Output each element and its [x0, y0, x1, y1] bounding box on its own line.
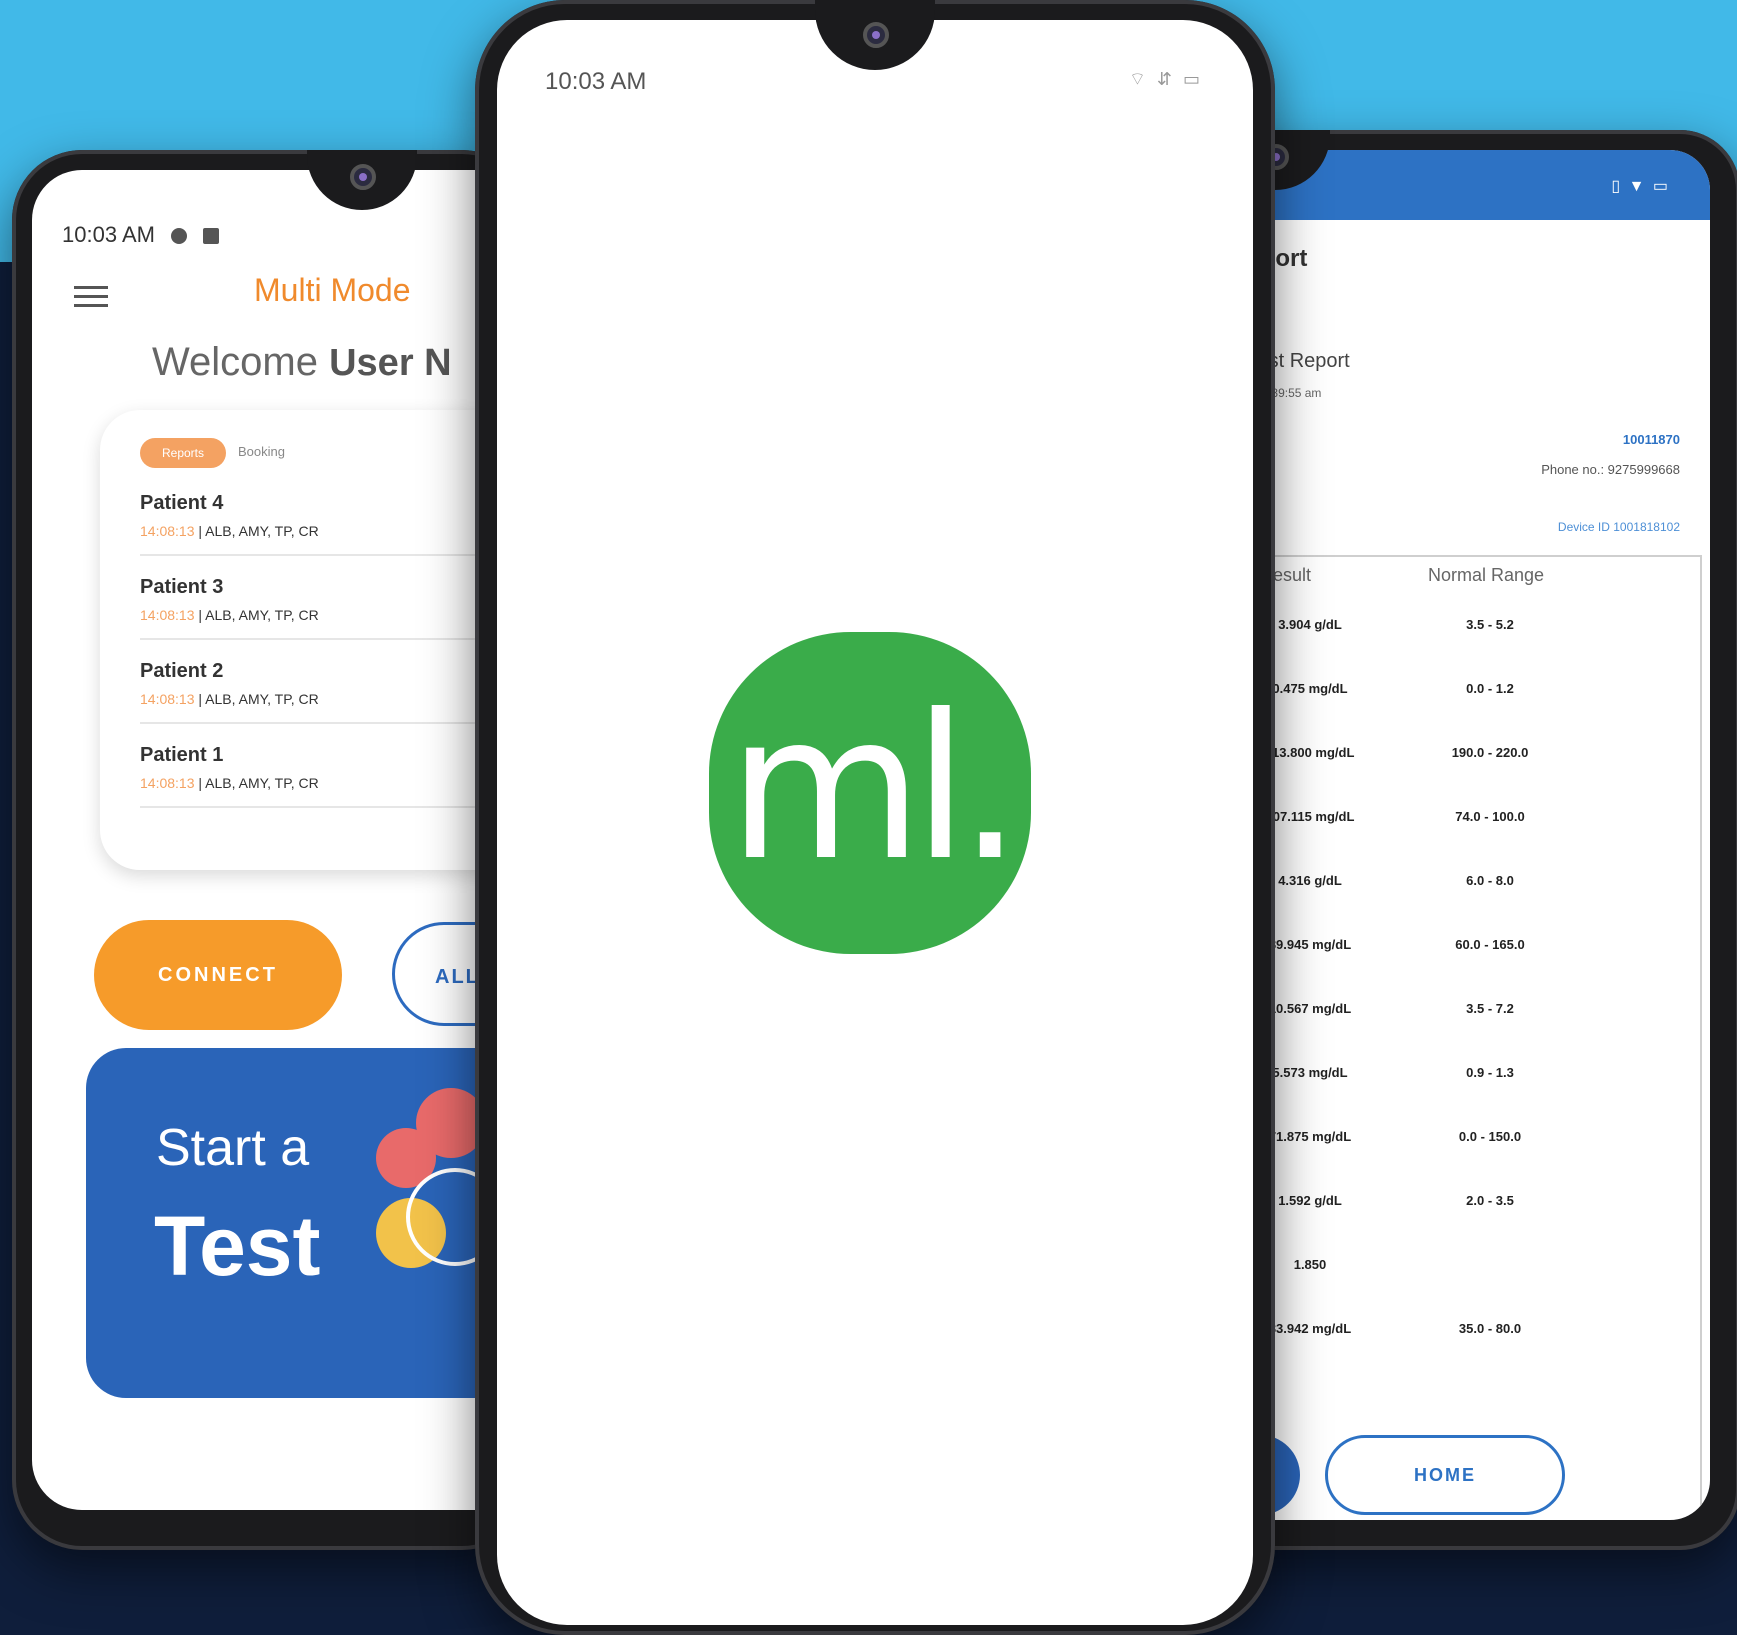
- status-time: 10:03 AM: [545, 68, 647, 95]
- patient-detail: 14:08:13 | ALB, AMY, TP, CR: [140, 523, 532, 539]
- device-link[interactable]: Device ID 1001818102: [1558, 520, 1680, 534]
- list-item[interactable]: Patient 4 14:08:13 | ALB, AMY, TP, CR: [140, 492, 532, 556]
- status-icons: ⌔ ⇵ ▭: [1128, 69, 1203, 89]
- patient-time: 14:08:13: [140, 607, 195, 623]
- range-cell: 0.9 - 1.3: [1466, 1065, 1514, 1080]
- tab-reports[interactable]: Reports: [140, 438, 226, 468]
- patient-time: 14:08:13: [140, 775, 195, 791]
- welcome-prefix: Welcome: [152, 340, 318, 384]
- banner-line-2: Test: [154, 1199, 321, 1293]
- patient-phone: Phone no.: 9275999668: [1541, 462, 1680, 477]
- tab-booking[interactable]: Booking: [238, 444, 285, 459]
- patient-detail: 14:08:13 | ALB, AMY, TP, CR: [140, 691, 532, 707]
- center-phone: 10:03 AM ⌔ ⇵ ▭ ml.: [475, 0, 1275, 1635]
- range-cell: 35.0 - 80.0: [1458, 1321, 1522, 1336]
- patient-time: 14:08:13: [140, 523, 195, 539]
- range-cell: 2.0 - 3.5: [1466, 1193, 1514, 1208]
- range-cell: 0.0 - 1.2: [1466, 681, 1514, 696]
- left-phone: 10:03 AM Multi Mode Welcome User N Repor…: [12, 150, 532, 1550]
- connect-button[interactable]: CONNECT: [94, 920, 342, 1030]
- logo-text: ml.: [728, 672, 1022, 905]
- patient-id: 10011870: [1622, 432, 1680, 447]
- range-cell: 74.0 - 100.0: [1455, 809, 1525, 824]
- status-time: 10:03 AM: [62, 222, 155, 247]
- menu-icon[interactable]: [74, 280, 108, 313]
- patient-name: Patient 1: [140, 744, 224, 766]
- camera: [863, 22, 889, 48]
- range-cell: 3.5 - 7.2: [1466, 1001, 1514, 1016]
- home-button[interactable]: HOME: [1325, 1435, 1565, 1515]
- patient-name: Patient 4: [140, 492, 224, 514]
- status-icon: [171, 228, 188, 245]
- status-icon: [203, 228, 220, 245]
- patient-time: 14:08:13: [140, 691, 195, 707]
- column-header-range: Normal Range: [1428, 565, 1545, 585]
- patient-tests: | ALB, AMY, TP, CR: [198, 775, 319, 791]
- app-title: Multi Mode: [254, 272, 411, 308]
- patient-tests: | ALB, AMY, TP, CR: [198, 523, 319, 539]
- status-icons: ▯ ▼ ▭: [1611, 178, 1670, 195]
- welcome-user: User N: [329, 342, 452, 384]
- welcome-text: Welcome User N: [152, 340, 452, 385]
- list-item[interactable]: Patient 2 14:08:13 | ALB, AMY, TP, CR: [140, 660, 532, 724]
- patient-detail: 14:08:13 | ALB, AMY, TP, CR: [140, 607, 532, 623]
- list-item[interactable]: Patient 1 14:08:13 | ALB, AMY, TP, CR: [140, 744, 532, 808]
- range-cell: 0.0 - 150.0: [1458, 1129, 1522, 1144]
- range-cell: 3.5 - 5.2: [1466, 617, 1514, 632]
- range-cell: 60.0 - 165.0: [1455, 937, 1525, 952]
- patient-list-card: Reports Booking Patient 4 14:08:13 | ALB…: [100, 410, 532, 870]
- patient-name: Patient 2: [140, 660, 224, 682]
- camera: [350, 164, 376, 190]
- left-phone-screen: 10:03 AM Multi Mode Welcome User N Repor…: [32, 170, 532, 1510]
- range-cell: 6.0 - 8.0: [1466, 873, 1514, 888]
- banner-line-1: Start a: [156, 1119, 310, 1177]
- splash-screen: 10:03 AM ⌔ ⇵ ▭ ml.: [497, 20, 1253, 1625]
- patient-tests: | ALB, AMY, TP, CR: [198, 691, 319, 707]
- app-logo-icon: ml.: [709, 632, 1031, 954]
- list-item[interactable]: Patient 3 14:08:13 | ALB, AMY, TP, CR: [140, 576, 532, 640]
- patient-detail: 14:08:13 | ALB, AMY, TP, CR: [140, 775, 532, 791]
- start-test-banner[interactable]: Start a Test: [86, 1048, 532, 1398]
- range-cell: 190.0 - 220.0: [1451, 745, 1529, 760]
- patient-tests: | ALB, AMY, TP, CR: [198, 607, 319, 623]
- patient-name: Patient 3: [140, 576, 224, 598]
- status-bar: 10:03 AM: [62, 222, 220, 248]
